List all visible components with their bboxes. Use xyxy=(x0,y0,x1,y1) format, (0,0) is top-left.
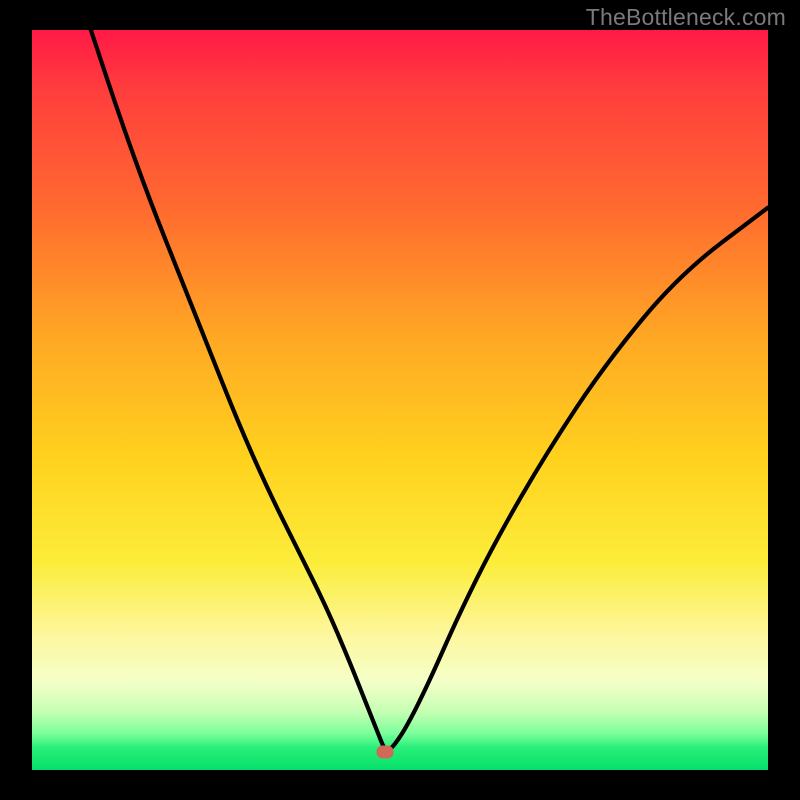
chart-frame: TheBottleneck.com xyxy=(0,0,800,800)
curve-path xyxy=(91,30,768,750)
bottleneck-curve xyxy=(32,30,768,770)
plot-area xyxy=(32,30,768,770)
optimal-point-marker xyxy=(377,745,394,758)
watermark-text: TheBottleneck.com xyxy=(586,4,786,31)
